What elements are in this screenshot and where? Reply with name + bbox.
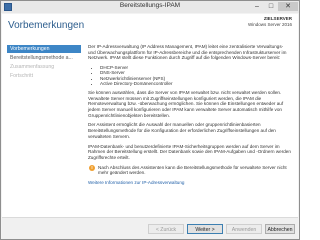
managed-servers-paragraph: Sie können auswählen, dass die Server vo… — [88, 89, 284, 118]
wizard-steps: Vorbemerkungen Bereitstellungsmethode a.… — [7, 45, 81, 81]
page-title: Vorbemerkungen — [8, 20, 85, 31]
title-bar[interactable]: Bereitstellungs-IPAM – □ ✕ — [1, 1, 299, 13]
server-list: DHCP-Server DNS-Server Netzwerkrichtlini… — [88, 65, 292, 86]
apply-button[interactable]: Anwenden — [226, 224, 262, 234]
cancel-button[interactable]: Abbrechen — [265, 224, 295, 234]
wizard-window: Bereitstellungs-IPAM – □ ✕ Vorbemerkunge… — [0, 0, 300, 240]
content-area: Der IP-Adressverwaltung (IP Address Mana… — [88, 44, 292, 186]
wizard-body: Vorbemerkungen ZIELSERVER Windows Server… — [2, 14, 298, 217]
button-bar: < Zurück Weiter > Anwenden Abbrechen — [2, 217, 298, 239]
minimize-icon[interactable]: – — [250, 2, 264, 11]
next-button[interactable]: Weiter > — [187, 224, 223, 234]
close-icon[interactable]: ✕ — [278, 2, 298, 11]
back-button[interactable]: < Zurück — [148, 224, 184, 234]
wizard-info-paragraph: Der Assistent ermöglicht die Auswahl der… — [88, 122, 276, 139]
list-item: Active Directory-Domänencontroller — [100, 81, 292, 86]
maximize-icon[interactable]: □ — [264, 2, 278, 11]
step-zusammenfassung: Zusammenfassung — [10, 64, 55, 70]
more-info-link[interactable]: Weitere Informationen zur IP-Adressverwa… — [88, 180, 292, 186]
step-vorbemerkungen[interactable]: Vorbemerkungen — [7, 45, 81, 53]
warning-icon: ! — [89, 164, 95, 171]
step-bereitstellungsmethode[interactable]: Bereitstellungsmethode a... — [7, 54, 81, 62]
warning-text: Nach Abschluss des Assistenten kann die … — [98, 164, 287, 176]
warning-note: ! Nach Abschluss des Assistenten kann di… — [88, 164, 292, 176]
target-server-info: ZIELSERVER Windows Server 2016 — [248, 16, 292, 28]
intro-paragraph: Der IP-Adressverwaltung (IP Address Mana… — [88, 44, 287, 61]
step-fortschritt: Fortschritt — [10, 73, 34, 79]
database-paragraph: IPAM-Datenbank- und benutzerdefinierte I… — [88, 143, 291, 160]
target-server-name: Windows Server 2016 — [247, 22, 292, 27]
